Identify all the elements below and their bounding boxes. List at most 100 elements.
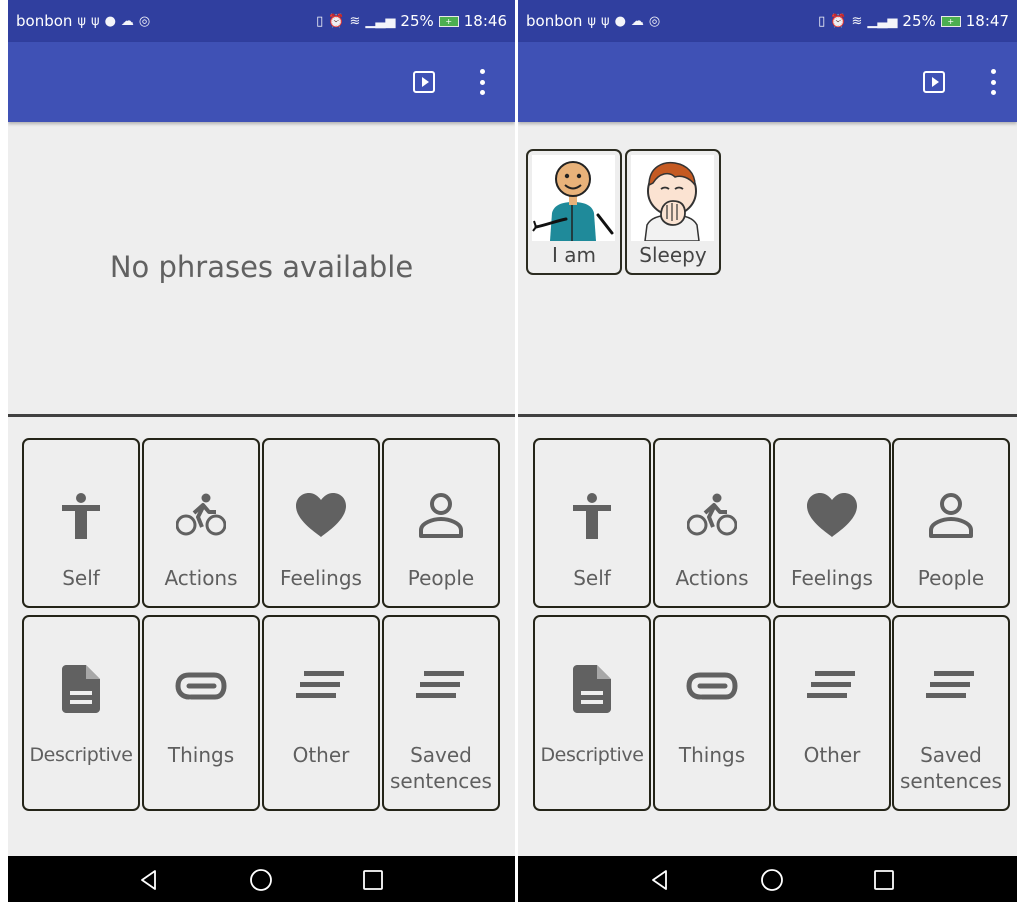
status-time: 18:47 <box>965 12 1009 30</box>
signal-icon: ▁▃▅ <box>365 13 396 29</box>
back-icon[interactable] <box>648 868 672 892</box>
boy-self-pictogram <box>532 155 615 241</box>
category-label: Feelings <box>280 566 362 590</box>
phrase-label: I am <box>552 243 596 267</box>
category-descriptive[interactable]: Descriptive <box>22 615 140 811</box>
category-label: People <box>917 566 985 590</box>
document-icon <box>62 665 100 713</box>
category-feelings[interactable]: Feelings <box>773 438 891 608</box>
carrier-name: bonbon <box>16 12 73 30</box>
vibrate-icon: ▯ <box>818 13 826 29</box>
category-things[interactable]: Things <box>142 615 260 811</box>
battery-icon: + <box>940 15 961 27</box>
phrase-card-i-am[interactable]: I am <box>526 149 622 275</box>
account-icon <box>419 493 463 538</box>
category-self[interactable]: Self <box>22 438 140 608</box>
category-saved-sentences[interactable]: Saved sentences <box>892 615 1010 811</box>
navigation-bar <box>518 856 1017 902</box>
play-icon[interactable] <box>413 71 435 93</box>
bike-icon <box>176 493 226 536</box>
bike-icon <box>687 493 737 536</box>
empty-phrases-message: No phrases available <box>109 250 414 284</box>
text-lines-icon <box>296 671 344 698</box>
recents-icon[interactable] <box>361 868 385 892</box>
signal-icon: ▁▃▅ <box>867 13 898 29</box>
home-icon[interactable] <box>760 868 784 892</box>
back-icon[interactable] <box>137 868 161 892</box>
category-label: Other <box>803 743 861 767</box>
instagram-icon: ◎ <box>138 13 151 29</box>
category-label: Descriptive <box>29 744 133 766</box>
category-label: People <box>407 566 475 590</box>
category-feelings[interactable]: Feelings <box>262 438 380 608</box>
category-label: Things <box>167 743 235 767</box>
overflow-menu-icon[interactable] <box>477 69 487 95</box>
category-label: Things <box>678 743 746 767</box>
category-other[interactable]: Other <box>773 615 891 811</box>
recents-icon[interactable] <box>872 868 896 892</box>
instagram-icon: ◎ <box>648 13 661 29</box>
category-label: Actions <box>675 566 749 590</box>
category-people[interactable]: People <box>892 438 1010 608</box>
battery-percent: 25% <box>902 12 936 30</box>
category-people[interactable]: People <box>382 438 500 608</box>
phrase-card-sleepy[interactable]: Sleepy <box>625 149 721 275</box>
app-bar <box>8 42 515 122</box>
phrase-area: I am Sleepy <box>518 122 1017 414</box>
yawning-boy-pictogram <box>631 155 714 241</box>
category-label: Self <box>62 566 100 590</box>
wifi-icon: ≋ <box>851 13 863 29</box>
battery-icon: + <box>438 15 459 27</box>
category-label: Saved sentences <box>900 743 1002 793</box>
usb-icon: ψ <box>601 13 610 29</box>
status-time: 18:46 <box>463 12 507 30</box>
overflow-menu-icon[interactable] <box>988 69 998 95</box>
text-lines-icon <box>926 671 974 698</box>
cloud-icon: ☁ <box>120 13 134 29</box>
paperclip-icon <box>175 672 227 700</box>
usb-icon: ψ <box>587 13 596 29</box>
category-descriptive[interactable]: Descriptive <box>533 615 651 811</box>
category-label: Self <box>573 566 611 590</box>
category-self[interactable]: Self <box>533 438 651 608</box>
alarm-icon: ⏰ <box>328 13 345 29</box>
phone-screen-left: bonbon ψ ψ ● ☁ ◎ ▯ ⏰ ≋ ▁▃▅ 25% + 18:46 N… <box>8 0 515 902</box>
cloud-icon: ☁ <box>630 13 644 29</box>
app-bar <box>518 42 1017 122</box>
account-icon <box>929 493 973 538</box>
category-things[interactable]: Things <box>653 615 771 811</box>
heart-icon <box>807 493 857 537</box>
category-label: Feelings <box>791 566 873 590</box>
person-icon <box>62 493 100 539</box>
status-bar: bonbon ψ ψ ● ☁ ◎ ▯ ⏰ ≋ ▁▃▅ 25% + 18:46 <box>8 0 515 42</box>
alarm-icon: ⏰ <box>830 13 847 29</box>
home-icon[interactable] <box>249 868 273 892</box>
category-label: Other <box>292 743 350 767</box>
divider <box>8 414 515 417</box>
phrase-label: Sleepy <box>639 243 707 267</box>
category-actions[interactable]: Actions <box>142 438 260 608</box>
person-icon <box>573 493 611 539</box>
wifi-icon: ≋ <box>349 13 361 29</box>
text-lines-icon <box>807 671 855 698</box>
phone-screen-right: bonbon ψ ψ ● ☁ ◎ ▯ ⏰ ≋ ▁▃▅ 25% + 18:47 I… <box>518 0 1017 902</box>
battery-percent: 25% <box>400 12 434 30</box>
vibrate-icon: ▯ <box>316 13 324 29</box>
category-saved-sentences[interactable]: Saved sentences <box>382 615 500 811</box>
status-bar: bonbon ψ ψ ● ☁ ◎ ▯ ⏰ ≋ ▁▃▅ 25% + 18:47 <box>518 0 1017 42</box>
phrase-area: No phrases available <box>8 122 515 414</box>
usb-icon: ψ <box>91 13 100 29</box>
navigation-bar <box>8 856 515 902</box>
category-actions[interactable]: Actions <box>653 438 771 608</box>
category-other[interactable]: Other <box>262 615 380 811</box>
paperclip-icon <box>686 672 738 700</box>
text-lines-icon <box>416 671 464 698</box>
messenger-icon: ● <box>614 13 626 29</box>
category-label: Saved sentences <box>390 743 492 793</box>
play-icon[interactable] <box>923 71 945 93</box>
divider <box>518 414 1017 417</box>
messenger-icon: ● <box>104 13 116 29</box>
heart-icon <box>296 493 346 537</box>
category-label: Actions <box>164 566 238 590</box>
carrier-name: bonbon <box>526 12 583 30</box>
